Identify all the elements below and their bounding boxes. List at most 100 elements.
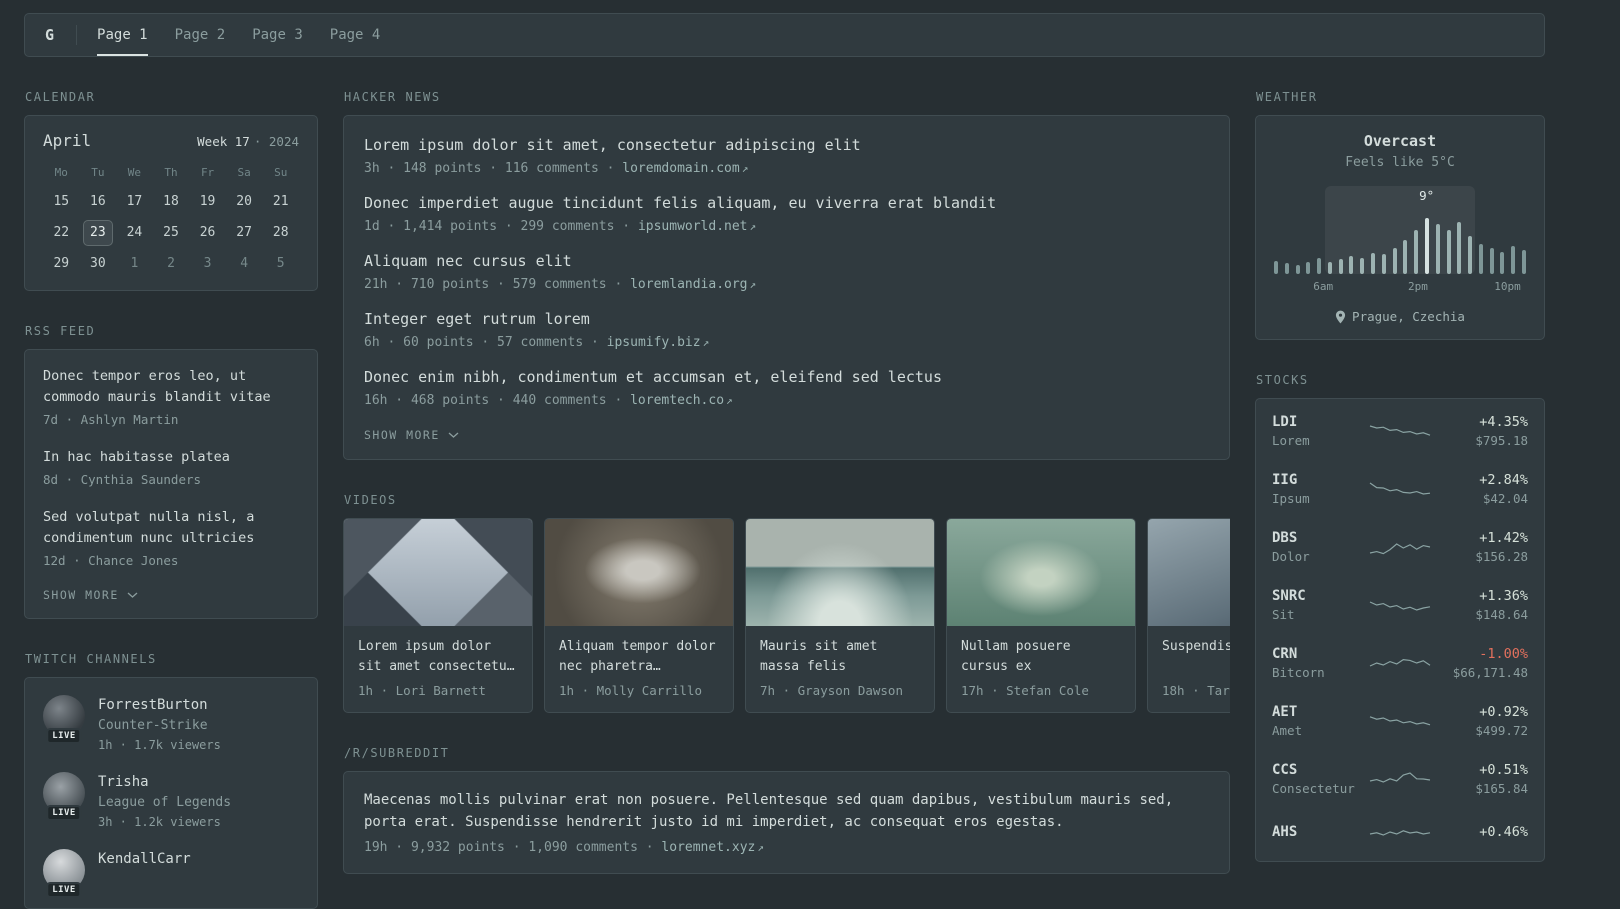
calendar-day: 15	[53, 194, 70, 209]
video-title[interactable]: Lorem ipsum dolor sit amet consectetu…	[358, 637, 518, 677]
weather-chart: 9°	[1272, 186, 1528, 274]
video-card[interactable]: Nullam posuere cursus ex 17h · Stefan Co…	[946, 518, 1136, 713]
stock-sparkline	[1369, 482, 1431, 495]
channel-name[interactable]: KendallCarr	[98, 849, 191, 869]
channel-name[interactable]: Trisha	[98, 772, 231, 792]
weather-bar	[1327, 262, 1332, 274]
video-carousel[interactable]: Lorem ipsum dolor sit amet consectetu… 1…	[343, 518, 1230, 713]
stock-change: +0.46%	[1479, 823, 1528, 840]
channel-info: Trisha League of Legends 3h · 1.2k viewe…	[98, 772, 231, 829]
twitch-channel[interactable]: LIVE Trisha League of Legends 3h · 1.2k …	[43, 772, 299, 829]
weather-bar	[1306, 262, 1311, 274]
stock-row[interactable]: CCS Consectetur +0.51% $165.84	[1256, 750, 1544, 808]
rss-item-title[interactable]: Donec tempor eros leo, ut commodo mauris…	[43, 366, 299, 408]
reddit-post-domain: loremnet.xyz	[661, 840, 756, 855]
calendar-day: 1	[130, 256, 139, 271]
stock-row[interactable]: AET Amet +0.92% $499.72	[1256, 692, 1544, 750]
stock-row[interactable]: LDI Lorem +4.35% $795.18	[1256, 402, 1544, 460]
stock-name: Ipsum	[1272, 491, 1310, 506]
channel-meta: 3h · 1.2k viewers	[98, 815, 221, 829]
twitch-channel[interactable]: LIVE KendallCarr	[43, 849, 299, 898]
videos-widget-title: VIDEOS	[344, 493, 397, 507]
rss-show-more-button[interactable]: SHOW MORE	[43, 588, 138, 602]
channel-name[interactable]: ForrestBurton	[98, 695, 221, 715]
reddit-post-domain-link[interactable]: loremnet.xyz ↗	[661, 840, 764, 855]
video-title[interactable]: Nullam posuere cursus ex	[961, 637, 1121, 677]
tab-page-1[interactable]: Page 1	[97, 14, 148, 56]
tab-page-4[interactable]: Page 4	[330, 14, 381, 56]
calendar-weekday: Sa	[237, 166, 251, 179]
stock-change: +4.35%	[1479, 414, 1528, 430]
hn-item-domain-link[interactable]: loremtech.co ↗	[630, 393, 733, 408]
stock-symbol: IIG	[1272, 472, 1298, 488]
daylight-band	[1325, 186, 1475, 274]
stock-sparkline	[1369, 658, 1431, 667]
hn-show-more-button[interactable]: SHOW MORE	[364, 428, 459, 442]
video-thumbnail[interactable]	[746, 519, 934, 626]
rss-item-title[interactable]: In hac habitasse platea	[43, 447, 299, 468]
stock-row[interactable]: SNRC Sit +1.36% $148.64	[1256, 576, 1544, 634]
stock-sparkline	[1369, 716, 1431, 726]
weather-bar	[1489, 248, 1494, 274]
video-title[interactable]: Mauris sit amet massa felis	[760, 637, 920, 677]
weather-bar	[1392, 248, 1397, 274]
video-thumbnail[interactable]	[947, 519, 1135, 626]
hn-item-title[interactable]: Donec imperdiet augue tincidunt felis al…	[364, 192, 1209, 214]
video-card[interactable]: Aliquam tempor dolor nec pharetra… 1h · …	[544, 518, 734, 713]
stock-name: Lorem	[1272, 433, 1310, 448]
channel-info: ForrestBurton Counter-Strike 1h · 1.7k v…	[98, 695, 221, 752]
hn-item-title[interactable]: Lorem ipsum dolor sit amet, consectetur …	[364, 134, 1209, 156]
calendar-day: 5	[276, 256, 285, 271]
weather-card: Overcast Feels like 5°C 9° 6am 2pm 10pm …	[1255, 115, 1545, 340]
stock-sparkline	[1369, 543, 1431, 555]
calendar-weekday: We	[127, 166, 142, 179]
video-card[interactable]: Suspendisse diam 18h · Tara	[1147, 518, 1230, 713]
video-card[interactable]: Lorem ipsum dolor sit amet consectetu… 1…	[343, 518, 533, 713]
hn-item-domain-link[interactable]: ipsumify.biz ↗	[607, 335, 710, 350]
calendar-day: 18	[163, 194, 179, 209]
video-card[interactable]: Mauris sit amet massa felis 7h · Grayson…	[745, 518, 935, 713]
calendar-day-today: 23	[82, 220, 114, 246]
calendar-day: 25	[163, 225, 179, 240]
live-badge: LIVE	[46, 805, 82, 821]
hn-item-domain-link[interactable]: loremlandia.org ↗	[630, 277, 756, 292]
stock-row[interactable]: IIG Ipsum +2.84% $42.04	[1256, 460, 1544, 518]
rss-item-title[interactable]: Sed volutpat nulla nisl, a condimentum n…	[43, 507, 299, 549]
calendar-day: 2	[167, 256, 175, 271]
hn-item-domain-link[interactable]: ipsumworld.net ↗	[638, 219, 756, 234]
video-body: Nullam posuere cursus ex 17h · Stefan Co…	[947, 626, 1135, 712]
rss-item: Sed volutpat nulla nisl, a condimentum n…	[43, 507, 299, 570]
tab-page-3[interactable]: Page 3	[252, 14, 303, 56]
stock-sparkline	[1369, 772, 1431, 783]
video-thumbnail[interactable]	[344, 519, 532, 626]
external-link-icon: ↗	[741, 162, 749, 175]
tab-page-2[interactable]: Page 2	[175, 14, 226, 56]
reddit-post-title[interactable]: Maecenas mollis pulvinar erat non posuer…	[364, 789, 1209, 833]
columns: CALENDAR April Week 17 · 2024 Mo Tu We Th Fr S…	[24, 90, 1545, 909]
stock-row[interactable]: CRN Bitcorn -1.00% $66,171.48	[1256, 634, 1544, 692]
app-logo: G	[45, 26, 55, 44]
video-title[interactable]: Aliquam tempor dolor nec pharetra…	[559, 637, 719, 677]
stock-row[interactable]: AHS +0.46%	[1256, 808, 1544, 858]
chevron-down-icon	[448, 432, 459, 438]
stock-row[interactable]: DBS Dolor +1.42% $156.28	[1256, 518, 1544, 576]
stock-symbol: CRN	[1272, 646, 1298, 662]
video-thumbnail[interactable]	[545, 519, 733, 626]
hn-item-title[interactable]: Aliquam nec cursus elit	[364, 250, 1209, 272]
weather-bar	[1317, 258, 1322, 274]
stock-id: AET Amet	[1272, 704, 1368, 738]
channel-game: League of Legends	[98, 795, 232, 810]
hackernews-card: Lorem ipsum dolor sit amet, consectetur …	[343, 115, 1230, 460]
hn-item-title[interactable]: Donec enim nibh, condimentum et accumsan…	[364, 366, 1209, 388]
rss-widget-title: RSS FEED	[25, 324, 96, 338]
video-title[interactable]: Suspendisse diam	[1162, 637, 1230, 677]
external-link-icon: ↗	[749, 278, 757, 291]
hn-item-domain-link[interactable]: loremdomain.com ↗	[622, 161, 748, 176]
hn-item-title[interactable]: Integer eget rutrum lorem	[364, 308, 1209, 330]
show-more-label: SHOW MORE	[43, 588, 119, 602]
twitch-channel[interactable]: LIVE ForrestBurton Counter-Strike 1h · 1…	[43, 695, 299, 752]
video-thumbnail[interactable]	[1148, 519, 1230, 626]
calendar-week-year: Week 17 · 2024	[197, 134, 299, 149]
weather-bar	[1478, 244, 1483, 274]
calendar-month: April	[43, 131, 92, 150]
